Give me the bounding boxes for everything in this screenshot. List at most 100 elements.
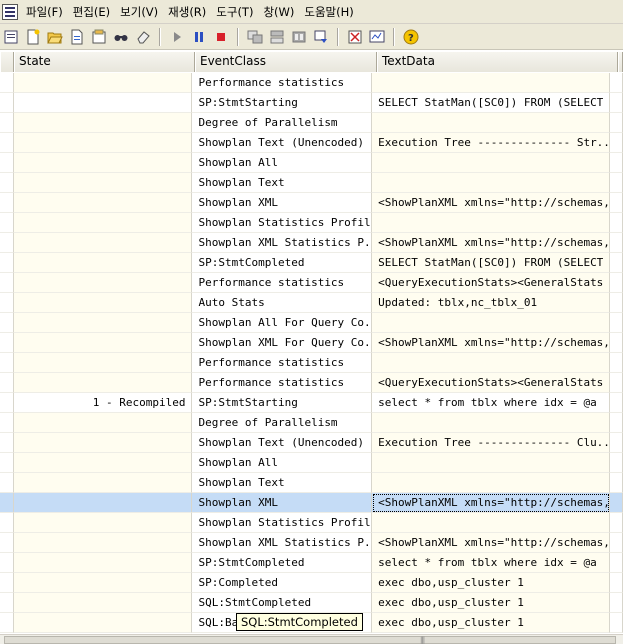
header-textdata[interactable]: TextData [377, 52, 618, 72]
table-row[interactable]: Performance statistics <QueryExecutionSta… [0, 373, 623, 393]
table-row[interactable]: SP:StmtCompleted SELECT StatMan([SC0]) FR… [0, 253, 623, 273]
table-row[interactable]: Performance statistics [0, 73, 623, 93]
cell-textdata[interactable]: <ShowPlanXML xmlns="http://schemas,... [372, 193, 610, 213]
table-row[interactable]: Showplan All [0, 153, 623, 173]
cell-textdata[interactable] [372, 313, 610, 333]
table-row[interactable]: Showplan XML For Query Co... <ShowPlanXML… [0, 333, 623, 353]
table-row[interactable]: Showplan All For Query Co... [0, 313, 623, 333]
menu-replay[interactable]: 재생(R) [166, 4, 214, 20]
cell-state[interactable] [13, 373, 193, 393]
cell-state[interactable] [13, 553, 193, 573]
table-row[interactable]: Showplan Text [0, 173, 623, 193]
cell-extra[interactable] [609, 213, 623, 233]
row-selector[interactable] [0, 493, 14, 513]
row-selector[interactable] [0, 173, 14, 193]
cell-state[interactable] [13, 153, 193, 173]
header-extra[interactable] [618, 52, 623, 72]
cell-extra[interactable] [609, 553, 623, 573]
tile-icon[interactable] [288, 26, 310, 48]
row-selector[interactable] [0, 513, 14, 533]
cell-extra[interactable] [609, 393, 623, 413]
menu-help[interactable]: 도움말(H) [302, 4, 361, 20]
cell-extra[interactable] [609, 533, 623, 553]
cell-state[interactable] [13, 253, 193, 273]
row-selector[interactable] [0, 373, 14, 393]
cell-state[interactable]: 1 - Recompiled [13, 393, 193, 413]
cell-textdata[interactable] [372, 173, 610, 193]
row-selector[interactable] [0, 453, 14, 473]
row-selector[interactable] [0, 193, 14, 213]
menu-tools[interactable]: 도구(T) [214, 4, 261, 20]
cell-eventclass[interactable]: Performance statistics [192, 353, 373, 373]
cell-state[interactable] [13, 193, 193, 213]
cell-textdata[interactable]: exec dbo,usp_cluster 1 [372, 613, 610, 633]
cell-textdata[interactable]: <ShowPlanXML xmlns="http://schemas,... [372, 493, 610, 513]
cell-textdata[interactable] [372, 353, 610, 373]
row-selector[interactable] [0, 593, 14, 613]
cell-eventclass[interactable]: Showplan XML [192, 493, 373, 513]
cell-extra[interactable] [609, 173, 623, 193]
table-row[interactable]: Performance statistics [0, 353, 623, 373]
find-icon[interactable] [110, 26, 132, 48]
scrollbar-thumb[interactable] [4, 636, 616, 644]
cell-eventclass[interactable]: Showplan XML Statistics P... [192, 233, 373, 253]
cell-extra[interactable] [609, 113, 623, 133]
cell-state[interactable] [13, 593, 193, 613]
cell-eventclass[interactable]: Performance statistics [192, 373, 373, 393]
cell-extra[interactable] [609, 613, 623, 633]
table-row[interactable]: Degree of Parallelism [0, 113, 623, 133]
table-row[interactable]: Showplan XML Statistics P... <ShowPlanXML… [0, 233, 623, 253]
cell-extra[interactable] [609, 493, 623, 513]
cell-state[interactable] [13, 513, 193, 533]
cell-extra[interactable] [609, 373, 623, 393]
cell-extra[interactable] [609, 253, 623, 273]
cell-extra[interactable] [609, 133, 623, 153]
scroll-icon[interactable] [310, 26, 332, 48]
cell-textdata[interactable] [372, 113, 610, 133]
row-selector[interactable] [0, 213, 14, 233]
clear-icon[interactable] [132, 26, 154, 48]
row-selector[interactable] [0, 393, 14, 413]
cell-eventclass[interactable]: Performance statistics [192, 273, 373, 293]
cell-textdata[interactable]: Execution Tree -------------- Clu... [372, 433, 610, 453]
cell-eventclass[interactable]: Showplan Text (Unencoded) [192, 433, 373, 453]
cell-state[interactable] [13, 453, 193, 473]
cell-textdata[interactable]: <ShowPlanXML xmlns="http://schemas,... [372, 233, 610, 253]
cell-state[interactable] [13, 613, 193, 633]
cell-state[interactable] [13, 293, 193, 313]
cell-state[interactable] [13, 533, 193, 553]
cell-extra[interactable] [609, 153, 623, 173]
table-row[interactable]: SP:StmtStarting SELECT StatMan([SC0]) FRO… [0, 93, 623, 113]
header-eventclass[interactable]: EventClass [195, 52, 377, 72]
cell-state[interactable] [13, 273, 193, 293]
row-selector[interactable] [0, 533, 14, 553]
cell-extra[interactable] [609, 193, 623, 213]
cell-textdata[interactable] [372, 213, 610, 233]
cell-eventclass[interactable]: Showplan Statistics Profile [192, 213, 373, 233]
table-row[interactable]: Showplan XML Statistics P... <ShowPlanXML… [0, 533, 623, 553]
cell-eventclass[interactable]: SP:StmtCompleted [192, 553, 373, 573]
new-file-icon[interactable] [22, 26, 44, 48]
table-row[interactable]: Showplan Statistics Profile [0, 213, 623, 233]
row-selector[interactable] [0, 113, 14, 133]
table-row[interactable]: Auto Stats Updated: tblx,nc_tblx_01 [0, 293, 623, 313]
row-selector[interactable] [0, 293, 14, 313]
header-row-selector[interactable] [0, 52, 14, 72]
monitor-icon[interactable] [366, 26, 388, 48]
row-selector[interactable] [0, 233, 14, 253]
cell-extra[interactable] [609, 453, 623, 473]
cell-eventclass[interactable]: Degree of Parallelism [192, 413, 373, 433]
row-selector[interactable] [0, 573, 14, 593]
cell-state[interactable] [13, 353, 193, 373]
cell-textdata[interactable]: Execution Tree -------------- Str... [372, 133, 610, 153]
menu-view[interactable]: 보기(V) [118, 4, 166, 20]
table-row[interactable]: Showplan All [0, 453, 623, 473]
cell-eventclass[interactable]: Showplan XML Statistics P... [192, 533, 373, 553]
cell-state[interactable] [13, 93, 193, 113]
cell-textdata[interactable]: <QueryExecutionStats><GeneralStats ... [372, 373, 610, 393]
cell-textdata[interactable]: select * from tblx where idx = @a [372, 553, 610, 573]
cell-textdata[interactable] [372, 473, 610, 493]
pause-icon[interactable] [188, 26, 210, 48]
menu-window[interactable]: 창(W) [261, 4, 302, 20]
cell-textdata[interactable]: exec dbo,usp_cluster 1 [372, 593, 610, 613]
